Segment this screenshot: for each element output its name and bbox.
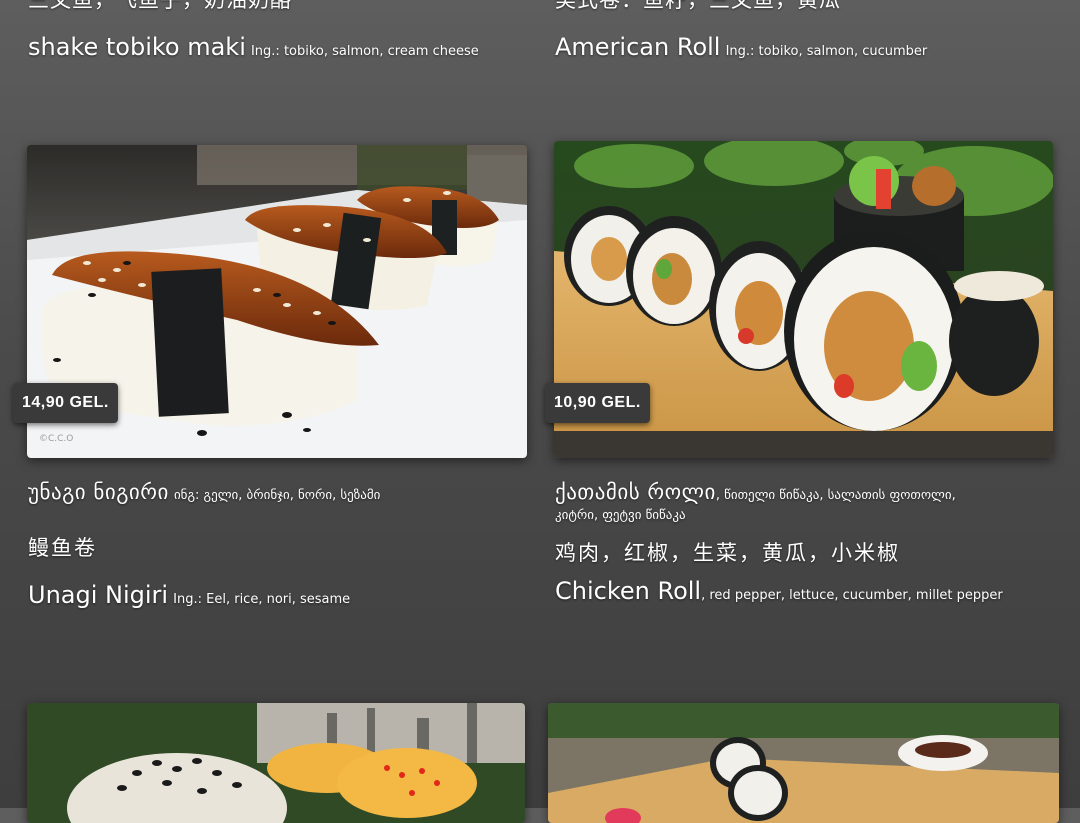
chicken-roll-title: Chicken Roll, red pepper, lettuce, cucum… xyxy=(555,577,1003,605)
chicken-roll-georgian-ingredients-1: , წითელი წიწაკა, სალათის ფოთოლი, xyxy=(715,488,956,503)
unagi-nigiri-georgian-name: უნაგი ნიგირი xyxy=(28,480,169,504)
unagi-nigiri-ingredients: Ing.: Eel, rice, nori, sesame xyxy=(173,592,351,607)
chicken-roll-georgian-line: ქათამის როლი, წითელი წიწაკა, სალათის ფოთ… xyxy=(555,480,956,504)
unagi-nigiri-price-badge: 14,90 GEL. xyxy=(13,383,118,423)
unagi-nigiri-title: Unagi Nigiri Ing.: Eel, rice, nori, sesa… xyxy=(28,581,350,609)
chicken-roll-ingredients: , red pepper, lettuce, cucumber, millet … xyxy=(701,588,1003,603)
shake-tobiko-maki-title: shake tobiko maki Ing.: tobiko, salmon, … xyxy=(28,33,479,61)
photo-watermark: ©C.C.O xyxy=(39,434,73,444)
chicken-roll-name: Chicken Roll xyxy=(555,577,702,605)
sesame-roll-photo xyxy=(27,703,525,823)
american-roll-title: American Roll Ing.: tobiko, salmon, cucu… xyxy=(555,33,927,61)
unagi-nigiri-georgian-ingredients: ინგ: გელი, ბრინჯი, ნორი, სეზამი xyxy=(173,488,381,503)
chicken-roll-price-badge: 10,90 GEL. xyxy=(545,383,650,423)
unagi-nigiri-chinese-name: 鳗鱼卷 xyxy=(28,536,97,560)
roll-platter-photo xyxy=(548,703,1059,823)
roll-platter-card[interactable] xyxy=(548,703,1059,823)
shake-tobiko-maki-ingredients: Ing.: tobiko, salmon, cream cheese xyxy=(250,44,479,59)
american-roll-ingredients: Ing.: tobiko, salmon, cucumber xyxy=(725,44,928,59)
unagi-nigiri-name: Unagi Nigiri xyxy=(28,581,169,609)
chicken-roll-chinese-name: 鸡肉，红椒，生菜，黄瓜，小米椒 xyxy=(555,541,900,565)
american-roll-name: American Roll xyxy=(555,33,721,61)
chicken-roll-georgian-name: ქათამის როლი xyxy=(555,480,716,504)
unagi-nigiri-georgian-line: უნაგი ნიგირი ინგ: გელი, ბრინჯი, ნორი, სე… xyxy=(28,480,380,504)
sesame-roll-card[interactable] xyxy=(27,703,525,823)
shake-tobiko-maki-name: shake tobiko maki xyxy=(28,33,246,61)
shake-tobiko-chinese-name: 三文鱼，飞鱼子，奶油奶酪 xyxy=(28,0,292,12)
chicken-roll-georgian-ingredients-2: კიტრი, ფეტვი წიწაკა xyxy=(555,508,686,523)
american-roll-chinese-name: 美式卷：鱼籽，三文鱼，黄瓜 xyxy=(555,0,841,12)
